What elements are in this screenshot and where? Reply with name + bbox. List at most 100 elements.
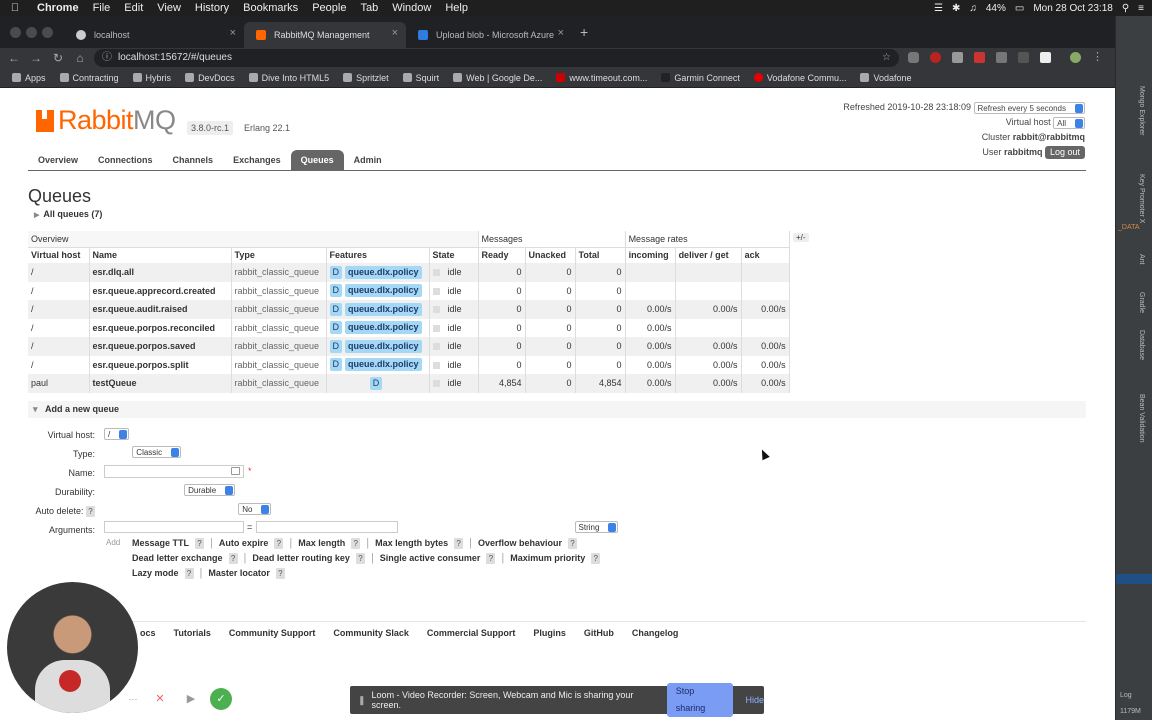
bookmark-squirt[interactable]: Squirt	[402, 73, 439, 83]
arg-maximum-priority[interactable]: Maximum priority	[510, 553, 585, 563]
table-row[interactable]: / esr.queue.audit.raised rabbit_classic_qu…	[28, 300, 790, 319]
reload-button[interactable]: ↻	[47, 51, 69, 65]
all-queues-toggle[interactable]: ▶ All queues (7)	[34, 209, 102, 219]
footer-changelog[interactable]: Changelog	[632, 628, 679, 638]
arg-message-ttl[interactable]: Message TTL	[132, 538, 189, 548]
arg-dead-letter-exchange[interactable]: Dead letter exchange	[132, 553, 223, 563]
argument-type-select[interactable]: String	[574, 521, 619, 534]
arg-auto-expire[interactable]: Auto expire	[219, 538, 269, 548]
queue-name-link[interactable]: esr.queue.porpos.split	[89, 355, 232, 374]
table-row[interactable]: / esr.queue.apprecord.created rabbit_class…	[28, 281, 790, 300]
new-tab-button[interactable]: +	[580, 24, 588, 40]
table-row[interactable]: / esr.queue.porpos.split rabbit_classic_qu…	[28, 355, 790, 374]
tab-channels[interactable]: Channels	[163, 150, 224, 170]
clock[interactable]: Mon 28 Oct 23:18	[1033, 3, 1113, 14]
col-name[interactable]: Name	[89, 247, 232, 263]
menu-help[interactable]: Help	[438, 2, 475, 14]
refresh-select[interactable]: Refresh every 5 seconds	[973, 101, 1085, 114]
footer-docs[interactable]: ocs	[140, 628, 156, 638]
volume-icon[interactable]: ♫	[969, 3, 977, 14]
footer-community-slack[interactable]: Community Slack	[333, 628, 409, 638]
bookmark-timeout[interactable]: www.timeout.com...	[556, 73, 647, 83]
window-minimize-button[interactable]	[26, 27, 37, 38]
footer-community-support[interactable]: Community Support	[229, 628, 316, 638]
bookmark-spritzlet[interactable]: Spritzlet	[343, 73, 389, 83]
queue-name-link[interactable]: esr.queue.porpos.reconciled	[89, 318, 232, 337]
finish-recording-icon[interactable]: ✓	[210, 688, 232, 710]
wifi-icon[interactable]: ☰	[934, 3, 943, 14]
menu-people[interactable]: People	[305, 2, 353, 14]
queue-name-link[interactable]: esr.dlq.all	[89, 263, 232, 282]
table-row[interactable]: / esr.dlq.all rabbit_classic_queue Dqueue.d…	[28, 263, 790, 282]
hide-button[interactable]: Hide	[745, 695, 764, 705]
menu-file[interactable]: File	[86, 2, 118, 14]
apple-icon[interactable]: 	[0, 2, 30, 14]
close-icon[interactable]: ×	[230, 27, 236, 39]
menu-tab[interactable]: Tab	[353, 2, 385, 14]
bookmark-hybris[interactable]: Hybris	[132, 73, 171, 83]
arg-max-length-bytes[interactable]: Max length bytes	[375, 538, 448, 548]
footer-commercial-support[interactable]: Commercial Support	[427, 628, 516, 638]
name-input[interactable]	[104, 465, 244, 478]
help-icon[interactable]: ?	[591, 552, 601, 564]
window-close-button[interactable]	[10, 27, 21, 38]
arg-max-length[interactable]: Max length	[298, 538, 345, 548]
bookmark-star-icon[interactable]: ☆	[882, 49, 891, 67]
arg-master-locator[interactable]: Master locator	[208, 568, 270, 578]
table-row[interactable]: / esr.queue.porpos.reconciled rabbit_class…	[28, 318, 790, 337]
policy-badge[interactable]: queue.dlx.policy	[345, 321, 422, 335]
address-bar[interactable]: ⓘ localhost:15672/#/queues ☆	[94, 49, 899, 67]
extension-icon[interactable]	[974, 52, 985, 63]
argument-value-input[interactable]	[256, 521, 398, 533]
col-ready[interactable]: Ready	[478, 247, 526, 263]
battery-icon[interactable]: ▭	[1015, 3, 1024, 14]
forward-button[interactable]: →	[25, 51, 47, 65]
help-icon[interactable]: ?	[86, 506, 95, 517]
help-icon[interactable]: ?	[355, 552, 365, 564]
policy-badge[interactable]: queue.dlx.policy	[345, 358, 422, 372]
medium-icon[interactable]	[1040, 52, 1051, 63]
policy-badge[interactable]: queue.dlx.policy	[345, 284, 422, 298]
stop-sharing-button[interactable]: Stop sharing	[666, 683, 734, 717]
col-type[interactable]: Type	[231, 247, 327, 263]
help-icon[interactable]: ?	[486, 552, 496, 564]
col-incoming[interactable]: incoming	[625, 247, 676, 263]
extension-icon[interactable]	[1018, 52, 1029, 63]
col-unacked[interactable]: Unacked	[525, 247, 576, 263]
ide-log[interactable]: Log	[1120, 692, 1132, 699]
arg-overflow-behaviour[interactable]: Overflow behaviour	[478, 538, 562, 548]
policy-badge[interactable]: queue.dlx.policy	[345, 302, 422, 316]
browser-tab-localhost[interactable]: localhost ×	[64, 22, 244, 48]
table-row[interactable]: / esr.queue.porpos.saved rabbit_classic_qu…	[28, 337, 790, 356]
ide-tool-keypromoter[interactable]: Key Promoter X	[1138, 174, 1145, 223]
arg-dead-letter-routing-key[interactable]: Dead letter routing key	[252, 553, 350, 563]
col-total[interactable]: Total	[575, 247, 626, 263]
menu-view[interactable]: View	[150, 2, 188, 14]
col-ack[interactable]: ack	[741, 247, 790, 263]
more-icon[interactable]: ⋯	[122, 688, 144, 710]
col-features[interactable]: Features	[326, 247, 430, 263]
cancel-recording-icon[interactable]: ✕	[149, 688, 171, 710]
vhost-select[interactable]: All	[1053, 116, 1085, 129]
home-button[interactable]: ⌂	[69, 51, 91, 65]
queue-name-link[interactable]: esr.queue.audit.raised	[89, 300, 232, 319]
bookmark-diveinto[interactable]: Dive Into HTML5	[248, 73, 329, 83]
tab-queues[interactable]: Queues	[290, 150, 344, 170]
col-deliver-get[interactable]: deliver / get	[675, 247, 742, 263]
ide-tool-beanvalidation[interactable]: Bean Validation	[1138, 394, 1145, 443]
queue-name-link[interactable]: esr.queue.apprecord.created	[89, 281, 232, 300]
menu-window[interactable]: Window	[385, 2, 438, 14]
help-icon[interactable]: ?	[228, 552, 238, 564]
menu-bookmarks[interactable]: Bookmarks	[236, 2, 305, 14]
durability-select[interactable]: Durable	[184, 484, 236, 497]
arg-single-active-consumer[interactable]: Single active consumer	[380, 553, 481, 563]
table-row[interactable]: paul testQueue rabbit_classic_queue Didle 4,…	[28, 374, 790, 393]
bookmark-devdocs[interactable]: DevDocs	[185, 73, 235, 83]
close-icon[interactable]: ×	[392, 27, 398, 39]
help-icon[interactable]: ?	[568, 537, 578, 549]
help-icon[interactable]: ?	[351, 537, 361, 549]
vhost-field-select[interactable]: /	[104, 428, 130, 441]
columns-toggle-button[interactable]: +/-	[793, 233, 809, 242]
autofill-icon[interactable]	[231, 467, 240, 475]
tab-overview[interactable]: Overview	[28, 150, 88, 170]
